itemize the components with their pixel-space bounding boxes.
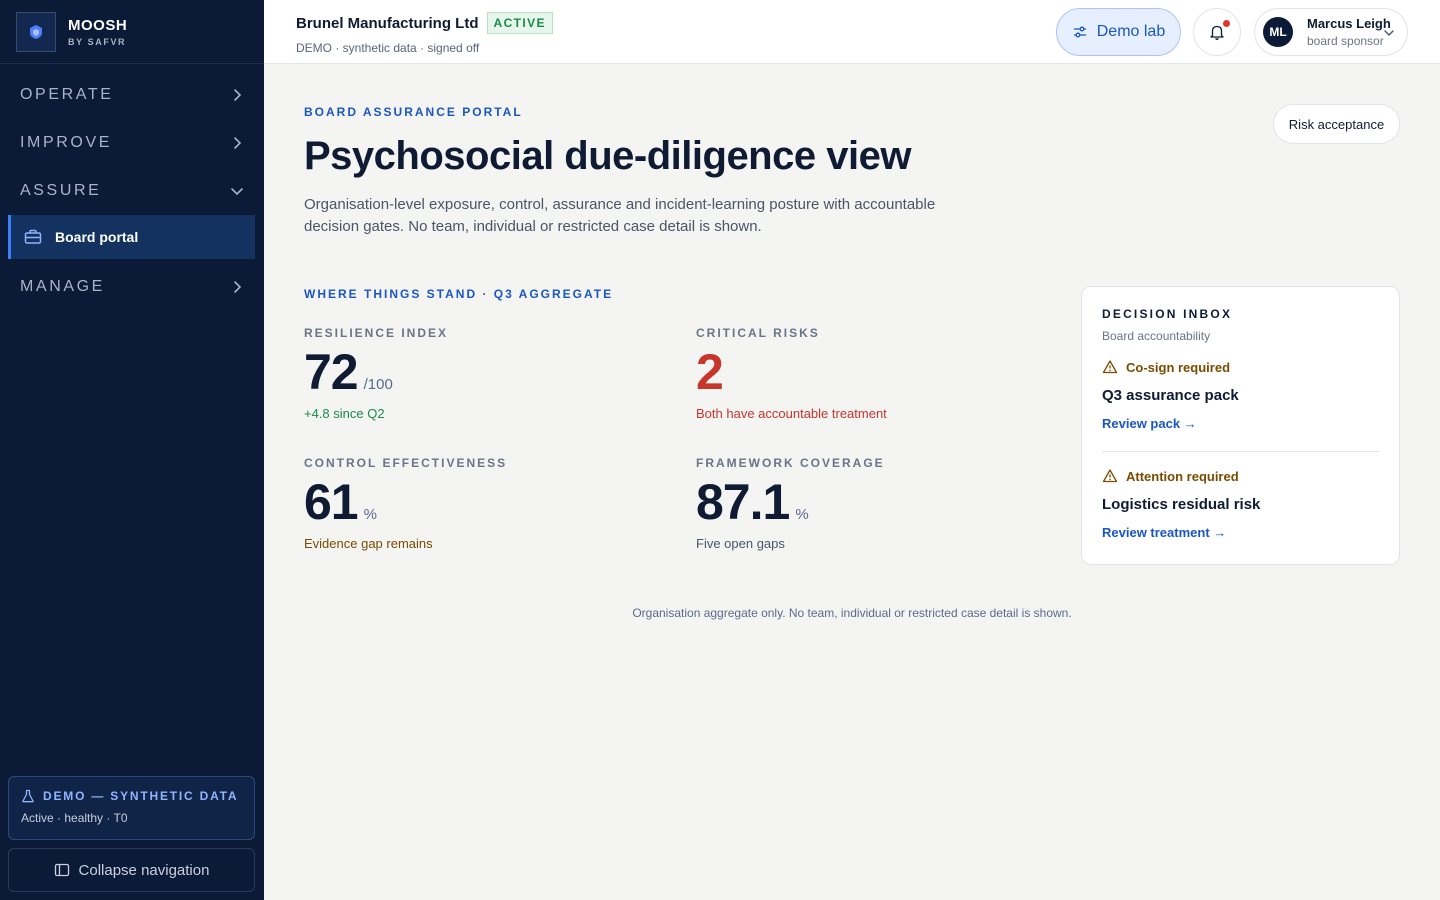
- warning-triangle-icon: [1102, 360, 1118, 374]
- user-name: Marcus Leigh: [1307, 16, 1391, 31]
- chevron-right-icon: [234, 137, 242, 149]
- inbox-item: Co-sign required Q3 assurance pack Revie…: [1102, 359, 1379, 433]
- metric-label: CRITICAL RISKS: [696, 326, 820, 340]
- status-badge: ACTIVE: [486, 12, 553, 34]
- avatar: ML: [1263, 17, 1293, 47]
- shield-logo-icon: [16, 11, 56, 52]
- inbox-item-heading: Q3 assurance pack: [1102, 387, 1239, 404]
- sidebar: MOOSH BY SAFVR OPERATE IMPROVE ASSURE Bo…: [0, 0, 264, 900]
- metric-label: RESILIENCE INDEX: [304, 326, 449, 340]
- brand[interactable]: MOOSH BY SAFVR: [0, 0, 264, 64]
- metric-critical-risks: CRITICAL RISKS 2 Both have accountable t…: [696, 326, 887, 421]
- inbox-item-heading: Logistics residual risk: [1102, 496, 1261, 513]
- metric-resilience-index: RESILIENCE INDEX 72 /100 +4.8 since Q2: [304, 326, 448, 421]
- demo-lab-button[interactable]: Demo lab: [1056, 8, 1181, 56]
- metric-unit: %: [795, 506, 809, 523]
- org-meta: DEMO · synthetic data · signed off: [296, 41, 480, 55]
- nav-section-label: IMPROVE: [20, 134, 112, 151]
- brand-name: MOOSH: [68, 16, 128, 34]
- sliders-icon: [1073, 26, 1086, 38]
- inbox-subtitle: Board accountability: [1102, 329, 1211, 343]
- metric-note: +4.8 since Q2: [304, 406, 385, 421]
- warning-triangle-icon: [1102, 469, 1118, 483]
- chevron-right-icon: [234, 281, 242, 293]
- collapse-label: Collapse navigation: [78, 861, 210, 879]
- sidebar-item-board-portal[interactable]: Board portal: [8, 215, 255, 259]
- inbox-item: Attention required Logistics residual ri…: [1102, 468, 1379, 542]
- demo-card-status: Active · healthy · T0: [21, 811, 128, 825]
- sidebar-item-label: Board portal: [55, 229, 139, 245]
- user-menu-button[interactable]: ML Marcus Leigh board sponsor: [1254, 8, 1408, 56]
- inbox-title: DECISION INBOX: [1102, 307, 1233, 321]
- nav-section-label: MANAGE: [20, 278, 105, 295]
- nav-section-operate[interactable]: OPERATE: [0, 71, 264, 119]
- notification-dot: [1223, 20, 1230, 27]
- brand-sub: BY SAFVR: [68, 36, 127, 47]
- chevron-down-icon: [231, 188, 243, 196]
- chevron-down-icon: [1384, 30, 1394, 36]
- metric-unit: /100: [363, 376, 393, 393]
- org-name: Brunel Manufacturing Ltd: [296, 14, 479, 32]
- demo-lab-label: Demo lab: [1096, 23, 1166, 40]
- demo-card-title: DEMO — SYNTHETIC DATA: [43, 789, 239, 803]
- page-description: Organisation-level exposure, control, as…: [304, 196, 936, 235]
- metric-control-effectiveness: CONTROL EFFECTIVENESS 61 % Evidence gap …: [304, 456, 507, 551]
- flask-icon: [22, 789, 34, 803]
- metric-note: Five open gaps: [696, 536, 785, 551]
- section-label: WHERE THINGS STAND · Q3 AGGREGATE: [304, 287, 614, 301]
- briefcase-icon: [24, 229, 42, 244]
- notifications-button[interactable]: [1193, 8, 1241, 56]
- page-eyebrow: BOARD ASSURANCE PORTAL: [304, 105, 523, 119]
- inbox-flag-label: Attention required: [1126, 468, 1239, 484]
- main-content: BOARD ASSURANCE PORTAL Psychosocial due-…: [264, 64, 1440, 900]
- user-role: board sponsor: [1307, 34, 1384, 48]
- metric-value: 87.1: [696, 474, 790, 530]
- risk-acceptance-button[interactable]: Risk acceptance: [1273, 104, 1400, 144]
- nav-section-assure[interactable]: ASSURE: [0, 167, 264, 215]
- review-pack-link[interactable]: Review pack →: [1102, 416, 1197, 431]
- demo-status-card: DEMO — SYNTHETIC DATA Active · healthy ·…: [8, 776, 255, 840]
- nav-section-improve[interactable]: IMPROVE: [0, 119, 264, 167]
- nav-section-label: ASSURE: [20, 182, 102, 199]
- nav-section-label: OPERATE: [20, 86, 114, 103]
- metric-label: FRAMEWORK COVERAGE: [696, 456, 885, 470]
- chevron-right-icon: [234, 89, 242, 101]
- decision-inbox: DECISION INBOX Board accountability Co-s…: [1081, 286, 1400, 565]
- topbar: Brunel Manufacturing Ltd ACTIVE DEMO · s…: [264, 0, 1440, 64]
- metric-value: 72: [304, 344, 359, 400]
- sidebar-panel-icon: [54, 863, 69, 877]
- review-treatment-link[interactable]: Review treatment →: [1102, 525, 1226, 540]
- metric-value: 2: [696, 344, 724, 400]
- metric-value: 61: [304, 474, 359, 530]
- nav-section-manage[interactable]: MANAGE: [0, 263, 264, 311]
- page-title: Psychosocial due-diligence view: [304, 134, 911, 178]
- divider: [1102, 451, 1379, 452]
- inbox-flag-label: Co-sign required: [1126, 359, 1231, 375]
- metric-note: Evidence gap remains: [304, 536, 433, 551]
- nav-list: OPERATE IMPROVE ASSURE Board portal MANA…: [0, 71, 264, 311]
- metric-label: CONTROL EFFECTIVENESS: [304, 456, 508, 470]
- metric-note: Both have accountable treatment: [696, 406, 887, 421]
- collapse-navigation-button[interactable]: Collapse navigation: [8, 848, 255, 892]
- metric-framework-coverage: FRAMEWORK COVERAGE 87.1 % Five open gaps: [696, 456, 885, 551]
- footnote: Organisation aggregate only. No team, in…: [632, 606, 1072, 620]
- org-header: Brunel Manufacturing Ltd ACTIVE DEMO · s…: [296, 12, 553, 55]
- metric-unit: %: [363, 506, 377, 523]
